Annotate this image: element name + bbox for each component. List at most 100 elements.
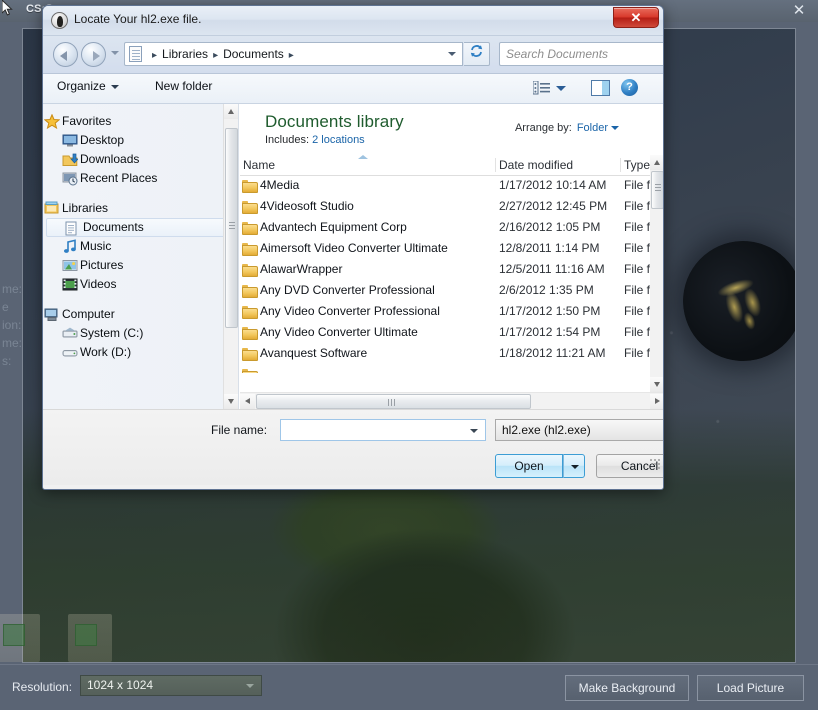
nav-group-libraries[interactable]: Libraries: [43, 199, 238, 218]
file-name: Any Video Converter Ultimate: [260, 325, 418, 339]
table-row[interactable]: Any Video Converter Ultimate 1/17/2012 1…: [240, 323, 663, 344]
chevron-down-icon[interactable]: [470, 429, 478, 433]
documents-icon: [129, 46, 142, 62]
table-row[interactable]: AlawarWrapper 12/5/2011 11:16 AM File fo…: [240, 260, 663, 281]
make-background-button[interactable]: Make Background: [565, 675, 689, 701]
downloads-icon: [62, 153, 78, 166]
recent-places-icon: [62, 172, 78, 186]
nav-label-work-d: Work (D:): [80, 345, 132, 359]
sidebar-item-desktop[interactable]: Desktop: [43, 131, 238, 150]
breadcrumb-separator-0: ▸: [152, 50, 158, 61]
navigation-pane-scrollbar[interactable]: [223, 104, 238, 409]
table-row[interactable]: Any DVD Converter Professional 2/6/2012 …: [240, 281, 663, 302]
library-locations-link[interactable]: 2 locations: [312, 134, 365, 146]
breadcrumb-path: ▸ Libraries ▸ Documents ▸: [147, 47, 299, 61]
open-dropdown-button[interactable]: [563, 454, 585, 478]
view-mode-icon[interactable]: [533, 81, 550, 95]
close-icon[interactable]: ✕: [613, 7, 659, 28]
sidebar-item-downloads[interactable]: Downloads: [43, 150, 238, 169]
refresh-icon: [470, 45, 483, 57]
sidebar-item-pictures[interactable]: Pictures: [43, 256, 238, 275]
sidebar-item-recent-places[interactable]: Recent Places: [43, 169, 238, 188]
column-header-name[interactable]: Name: [243, 155, 275, 175]
music-icon: [64, 239, 76, 253]
column-divider-1[interactable]: [495, 158, 496, 172]
chevron-down-icon[interactable]: [611, 126, 619, 131]
app-status-bar: Resolution: 1024 x 1024 Make Background …: [0, 664, 818, 710]
table-row[interactable]: 4Media 1/17/2012 10:14 AM File fol: [240, 176, 663, 197]
table-row[interactable]: 4Videosoft Studio 2/27/2012 12:45 PM Fil…: [240, 197, 663, 218]
sidebar-item-system-c[interactable]: System (C:): [43, 324, 238, 343]
table-row[interactable]: Aimersoft Video Converter Ultimate 12/8/…: [240, 239, 663, 260]
forward-button[interactable]: [81, 42, 106, 67]
arrow-left-icon: [60, 51, 67, 61]
file-name: AlawarWrapper: [260, 262, 343, 276]
table-row[interactable]: Avanquest Software 1/18/2012 11:21 AM Fi…: [240, 344, 663, 365]
organize-button[interactable]: Organize: [57, 79, 119, 93]
dialog-title-bar[interactable]: Locate Your hl2.exe file. ✕: [43, 6, 663, 36]
recent-locations-button[interactable]: [111, 51, 119, 55]
file-name: 4Media: [260, 178, 300, 192]
resolution-dropdown[interactable]: 1024 x 1024: [80, 675, 262, 696]
back-button[interactable]: [53, 42, 78, 67]
arrow-down-icon: [654, 382, 660, 387]
navigation-pane: Favorites Desktop Downloads Recent Place…: [43, 104, 239, 409]
file-name: 4Videosoft Studio: [260, 199, 354, 213]
new-folder-button[interactable]: New folder: [155, 79, 212, 93]
sidebar-item-music[interactable]: Music: [43, 237, 238, 256]
sort-ascending-icon: [358, 155, 368, 159]
nav-group-computer[interactable]: Computer: [43, 305, 238, 324]
arrange-by-value[interactable]: Folder: [577, 122, 608, 134]
file-date: 1/17/2012 10:14 AM: [499, 178, 607, 192]
desktop-icon-ghost-1: [0, 614, 40, 662]
file-list-scrollbar[interactable]: [650, 155, 663, 392]
file-name-input[interactable]: [280, 419, 486, 441]
breadcrumb[interactable]: ▸ Libraries ▸ Documents ▸: [124, 42, 463, 66]
search-input[interactable]: Search Documents: [499, 42, 663, 66]
file-date: 1/18/2012 11:21 AM: [499, 346, 606, 360]
column-header-type[interactable]: Type: [624, 155, 650, 175]
scroll-up-button[interactable]: [650, 155, 663, 170]
search-placeholder: Search Documents: [506, 47, 609, 61]
refresh-button[interactable]: [464, 42, 490, 66]
chevron-down-icon[interactable]: [448, 52, 456, 56]
table-row[interactable]: Advantech Equipment Corp 2/16/2012 1:05 …: [240, 218, 663, 239]
star-icon: [44, 114, 60, 129]
mouse-cursor-icon: [2, 0, 13, 16]
scroll-right-button[interactable]: [650, 394, 663, 409]
table-row-partial[interactable]: [240, 365, 663, 373]
view-mode-dropdown[interactable]: [556, 86, 566, 91]
sidebar-item-documents[interactable]: Documents: [46, 218, 235, 237]
file-date: 2/6/2012 1:35 PM: [499, 283, 594, 297]
load-picture-button[interactable]: Load Picture: [697, 675, 804, 701]
scroll-down-button[interactable]: [650, 377, 663, 392]
column-header-date-modified[interactable]: Date modified: [499, 155, 573, 175]
organize-label: Organize: [57, 79, 106, 93]
breadcrumb-item-libraries[interactable]: Libraries: [162, 47, 208, 61]
sidebar-item-videos[interactable]: Videos: [43, 275, 238, 294]
file-list-horizontal-scrollbar[interactable]: [240, 392, 663, 409]
scroll-up-button[interactable]: [224, 104, 238, 119]
resize-grip[interactable]: [650, 459, 660, 469]
scrollbar-thumb[interactable]: [225, 128, 238, 328]
scroll-down-button[interactable]: [224, 394, 238, 409]
scroll-left-button[interactable]: [240, 394, 255, 409]
scrollbar-thumb[interactable]: [651, 171, 663, 209]
file-date: 1/17/2012 1:54 PM: [499, 325, 601, 339]
resolution-value: 1024 x 1024: [87, 678, 154, 692]
table-row[interactable]: Any Video Converter Professional 1/17/20…: [240, 302, 663, 323]
help-icon[interactable]: ?: [621, 79, 638, 96]
dialog-title: Locate Your hl2.exe file.: [74, 12, 202, 26]
nav-label-music: Music: [80, 239, 112, 253]
sidebar-item-work-d[interactable]: Work (D:): [43, 343, 238, 362]
preview-pane-icon[interactable]: [591, 80, 610, 96]
nav-group-favorites[interactable]: Favorites: [43, 112, 238, 131]
file-type-dropdown[interactable]: hl2.exe (hl2.exe): [495, 419, 663, 441]
app-close-button[interactable]: ✕: [790, 2, 808, 20]
chevron-down-icon: [246, 684, 254, 688]
column-divider-2[interactable]: [620, 158, 621, 172]
open-button[interactable]: Open: [495, 454, 563, 478]
drive-icon: [62, 350, 78, 357]
horizontal-scrollbar-thumb[interactable]: [256, 394, 531, 409]
breadcrumb-item-documents[interactable]: Documents: [223, 47, 284, 61]
